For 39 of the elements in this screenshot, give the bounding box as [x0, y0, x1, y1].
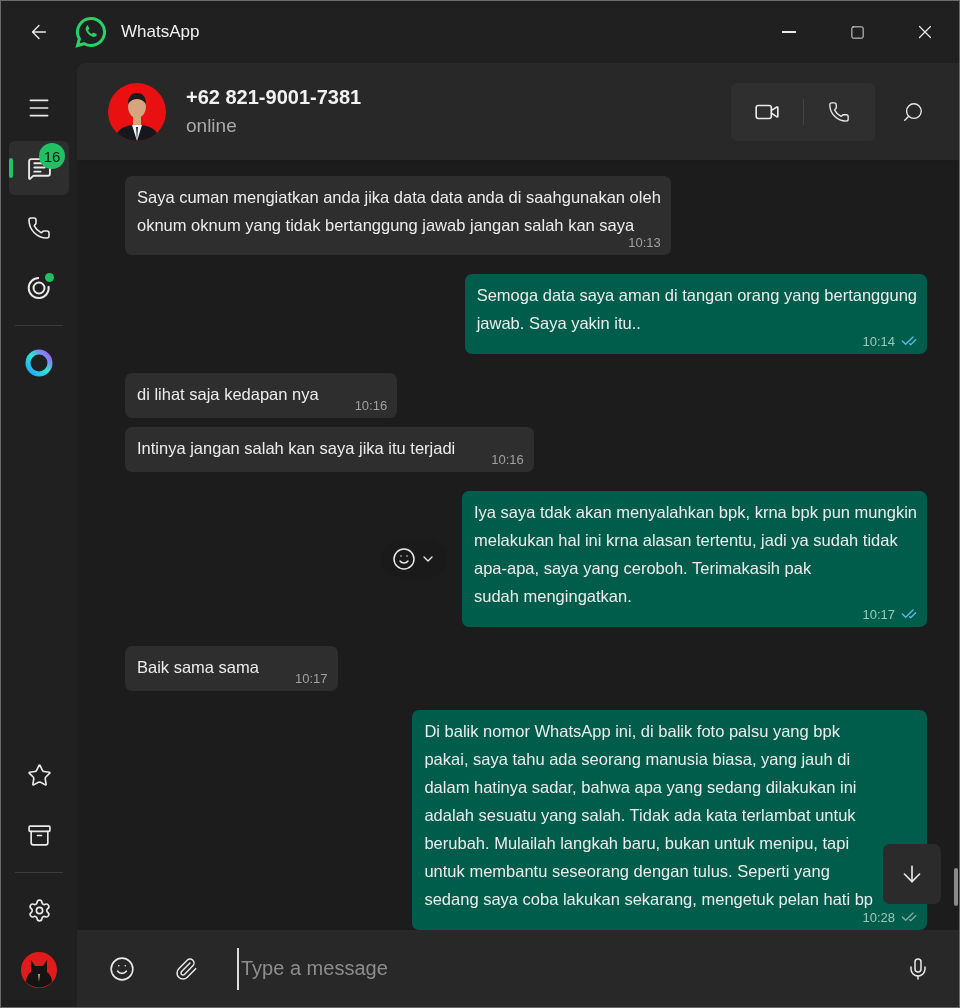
message-text: Baik sama sama [137, 657, 259, 678]
paperclip-icon [174, 956, 198, 981]
star-icon [26, 762, 52, 788]
message-time: 10:16 [354, 398, 388, 413]
message-time: 10:17 [294, 671, 328, 686]
message-text: Intinya jangan salah kan saya jika itu terjadi [137, 438, 456, 459]
message-time: 10:28 [862, 909, 895, 925]
maximize-icon [849, 24, 865, 40]
contact-avatar[interactable] [108, 82, 166, 141]
contact-status: online [186, 115, 238, 137]
message-text: Semoga data saya aman di tangan orang yang bertanggung jawab. Saya yakin itu.. [476, 285, 917, 334]
archive-icon [26, 822, 52, 848]
settings-icon [26, 897, 52, 923]
compose-bar[interactable]: Type a message [77, 930, 959, 1007]
smiley-icon [391, 547, 416, 571]
status-icon [26, 275, 52, 301]
search-icon [902, 100, 924, 123]
phone-icon [828, 100, 851, 123]
phone-icon [27, 216, 51, 240]
unread-badge: 16 [39, 143, 65, 169]
message-input[interactable]: Type a message [237, 947, 875, 990]
selection-indicator [9, 158, 13, 178]
message-time: 10:13 [628, 235, 661, 250]
avatar-icon [21, 952, 57, 988]
message-time: 10:16 [491, 452, 524, 467]
minimize-icon [782, 31, 796, 33]
whatsapp-logo [75, 16, 107, 48]
nav-button[interactable]: 16 [9, 141, 69, 195]
message-time: 10:17 [862, 606, 895, 622]
message-time: 10:14 [862, 333, 895, 349]
message-text: Saya cuman mengiatkan anda jika data data anda di saahgunakan oleh oknum oknum yang tidak bertanggung jawab jangan salah kan saya [137, 187, 661, 236]
message-text: Di balik nomor WhatsApp ini, di balik foto palsu yang bpk pakai, saya tahu ada seorang manusia biasa, yang jauh di dalam hatinya sadar, bahwa apa yang sedang dilakukan ini adalah sesuatu yang salah. Tidak ada kata terlambat untuk berubah. Mulailah langkah baru, bukan untuk menipu, tapi untuk membantu seseorang dengan tulus. Seperti yang sedang saya coba lakukan sekarang, mengetuk pelan hati bp [424, 721, 873, 910]
ring-icon [24, 348, 54, 378]
message-text: Iya saya tdak akan menyalahkan bpk, krna bpk pun mungkin melakukan hal ini krna alasan tertentu, jadi ya sudah tidak apa-apa, saya yang ceroboh. Terimakasih pak sudah mengingatkan. [473, 502, 917, 607]
message-text: di lihat saja kedapan nya [137, 384, 319, 405]
window-title: WhatsApp [121, 22, 200, 42]
scrollbar-thumb[interactable] [954, 868, 958, 906]
contact-name: +62 821-9001-7381 [186, 86, 362, 109]
smiley-icon [109, 955, 135, 982]
